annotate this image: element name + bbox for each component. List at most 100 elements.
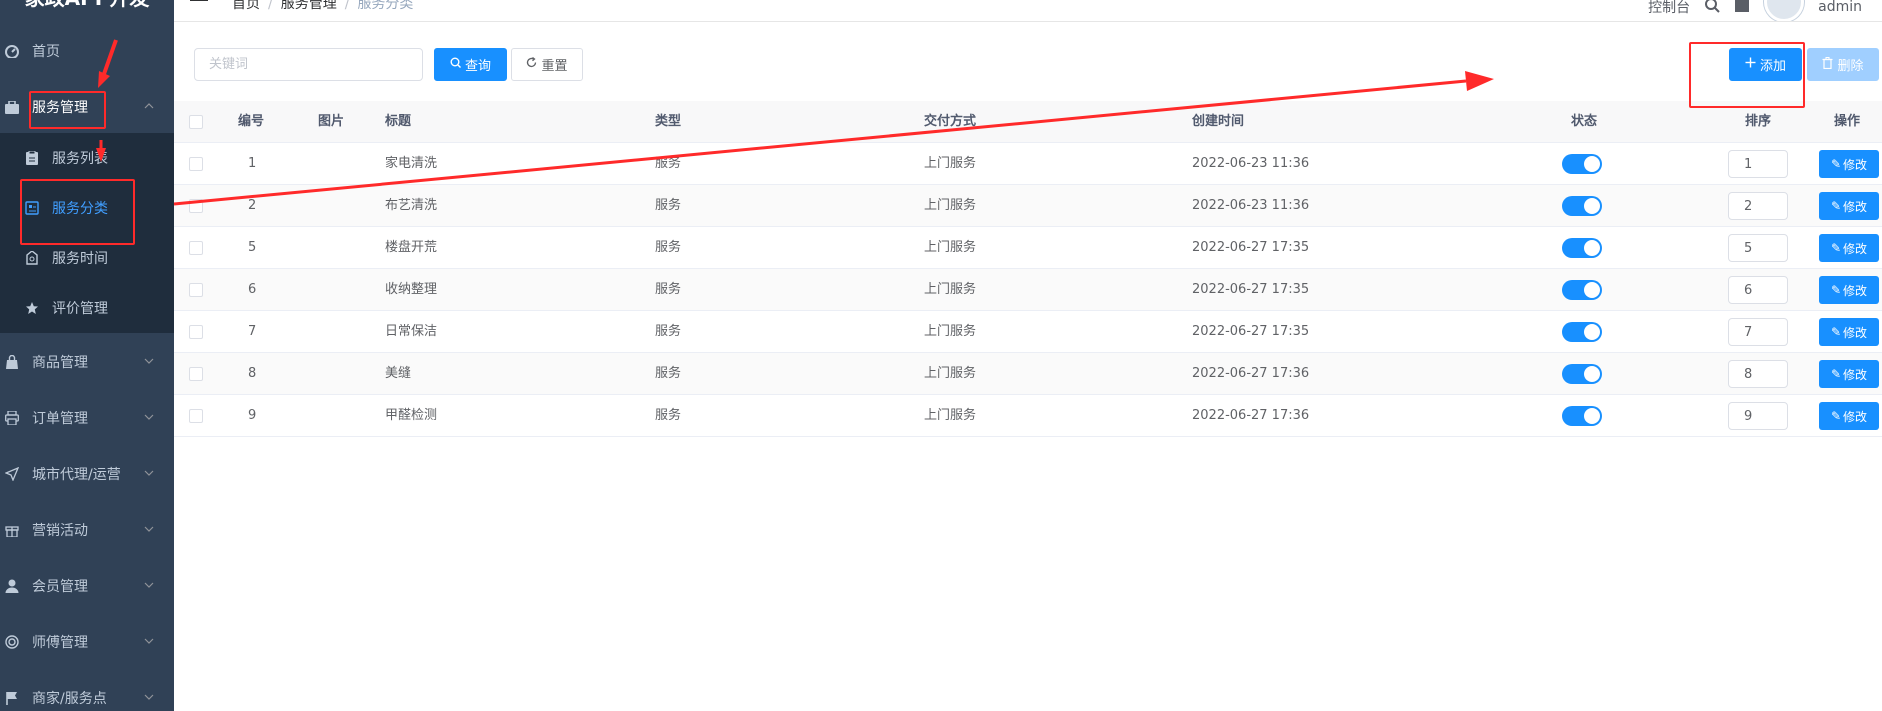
table-row: 9 甲醛检测 服务 上门服务 2022-06-27 17:36 ✎修改 <box>174 395 1882 437</box>
sort-input[interactable] <box>1728 192 1788 220</box>
sidebar-item-label: 会员管理 <box>32 579 88 595</box>
hamburger-icon[interactable] <box>190 0 208 6</box>
sort-input[interactable] <box>1728 150 1788 178</box>
column-header-created: 创建时间 <box>1192 114 1245 129</box>
row-checkbox[interactable] <box>189 325 203 339</box>
edit-button[interactable]: ✎ 修改 <box>1819 276 1879 304</box>
column-header-id: 编号 <box>238 114 265 129</box>
sort-input[interactable] <box>1728 276 1788 304</box>
cell-created: 2022-06-27 17:35 <box>1192 324 1310 339</box>
support-icon <box>4 634 20 650</box>
cell-created: 2022-06-23 11:36 <box>1192 198 1310 213</box>
sidebar-item-label: 首页 <box>32 44 60 60</box>
edit-icon: ✎ <box>1830 367 1842 381</box>
edit-icon: ✎ <box>1830 325 1842 339</box>
keyword-input[interactable] <box>194 48 423 81</box>
status-toggle[interactable] <box>1562 406 1602 426</box>
sort-input[interactable] <box>1728 402 1788 430</box>
row-checkbox[interactable] <box>189 409 203 423</box>
edit-button[interactable]: ✎ 修改 <box>1819 402 1879 430</box>
cell-title: 布艺清洗 <box>385 198 438 213</box>
submenu-item-reviews[interactable]: 评价管理 <box>0 283 174 333</box>
sidebar-item-home[interactable]: 首页 <box>0 23 174 79</box>
status-toggle[interactable] <box>1562 364 1602 384</box>
edit-button[interactable]: ✎ 修改 <box>1819 192 1879 220</box>
sidebar-item-label: 商家/服务点 <box>32 691 107 707</box>
column-header-actions: 操作 <box>1834 114 1861 129</box>
sidebar-item-workers[interactable]: 师傅管理 <box>0 614 174 670</box>
status-toggle[interactable] <box>1562 196 1602 216</box>
gift-icon <box>4 522 20 538</box>
cell-delivery: 上门服务 <box>924 366 977 381</box>
sidebar-item-label: 师傅管理 <box>32 635 88 651</box>
flag-icon <box>4 690 20 706</box>
row-checkbox[interactable] <box>189 367 203 381</box>
chevron-down-icon <box>144 580 154 590</box>
cell-type: 服务 <box>655 156 682 171</box>
row-checkbox[interactable] <box>189 283 203 297</box>
edit-icon: ✎ <box>1830 409 1842 423</box>
delete-button[interactable]: 删除 <box>1807 48 1879 81</box>
cell-delivery: 上门服务 <box>924 408 977 423</box>
breadcrumb-service[interactable]: 服务管理 <box>281 0 337 12</box>
submenu-item-label: 评价管理 <box>52 301 108 317</box>
status-toggle[interactable] <box>1562 280 1602 300</box>
avatar[interactable] <box>1764 0 1805 21</box>
search-icon[interactable] <box>1704 0 1720 17</box>
cell-id: 7 <box>248 324 257 339</box>
sidebar-item-city-agent[interactable]: 城市代理/运营 <box>0 446 174 502</box>
cell-created: 2022-06-23 11:36 <box>1192 156 1310 171</box>
status-toggle[interactable] <box>1562 238 1602 258</box>
query-button[interactable]: 查询 <box>434 48 507 81</box>
edit-button[interactable]: ✎ 修改 <box>1819 318 1879 346</box>
row-checkbox[interactable] <box>189 199 203 213</box>
sidebar-item-marketing[interactable]: 营销活动 <box>0 502 174 558</box>
star-icon <box>24 300 40 316</box>
sort-input[interactable] <box>1728 360 1788 388</box>
cell-title: 美缝 <box>385 366 412 381</box>
cell-title: 日常保洁 <box>385 324 438 339</box>
row-checkbox[interactable] <box>189 241 203 255</box>
printer-icon <box>4 410 20 426</box>
chevron-up-icon <box>144 101 154 111</box>
column-header-status: 状态 <box>1571 114 1598 129</box>
sidebar-item-orders[interactable]: 订单管理 <box>0 390 174 446</box>
sidebar-item-label: 营销活动 <box>32 523 88 539</box>
cell-type: 服务 <box>655 408 682 423</box>
chevron-down-icon <box>144 468 154 478</box>
select-all-checkbox[interactable] <box>189 115 203 129</box>
cell-type: 服务 <box>655 198 682 213</box>
sidebar-item-label: 订单管理 <box>32 411 88 427</box>
chevron-down-icon <box>144 636 154 646</box>
cell-id: 2 <box>248 198 257 213</box>
clipboard-icon <box>24 150 40 166</box>
cell-type: 服务 <box>655 282 682 297</box>
cell-title: 家电清洗 <box>385 156 438 171</box>
sidebar-item-goods[interactable]: 商品管理 <box>0 334 174 390</box>
fullscreen-icon[interactable] <box>1734 0 1750 17</box>
cell-delivery: 上门服务 <box>924 324 977 339</box>
console-link[interactable]: 控制台 <box>1648 0 1690 17</box>
row-checkbox[interactable] <box>189 157 203 171</box>
cell-delivery: 上门服务 <box>924 156 977 171</box>
table-row: 2 布艺清洗 服务 上门服务 2022-06-23 11:36 ✎修改 <box>174 185 1882 227</box>
chevron-down-icon <box>144 524 154 534</box>
breadcrumb-home[interactable]: 首页 <box>232 0 260 12</box>
submenu-item-service-list[interactable]: 服务列表 <box>0 133 174 183</box>
sort-input[interactable] <box>1728 234 1788 262</box>
header-right: 控制台 admin <box>1648 0 1862 21</box>
sidebar-item-merchants[interactable]: 商家/服务点 <box>0 670 174 711</box>
edit-button[interactable]: ✎ 修改 <box>1819 234 1879 262</box>
sort-input[interactable] <box>1728 318 1788 346</box>
status-toggle[interactable] <box>1562 154 1602 174</box>
breadcrumb-separator: / <box>344 0 350 12</box>
user-icon <box>4 578 20 594</box>
reset-button[interactable]: 重置 <box>511 48 583 81</box>
username[interactable]: admin <box>1818 0 1862 15</box>
edit-icon: ✎ <box>1830 241 1842 255</box>
edit-button[interactable]: ✎ 修改 <box>1819 360 1879 388</box>
status-toggle[interactable] <box>1562 322 1602 342</box>
column-header-title: 标题 <box>385 114 412 129</box>
sidebar-item-members[interactable]: 会员管理 <box>0 558 174 614</box>
edit-button[interactable]: ✎ 修改 <box>1819 150 1879 178</box>
